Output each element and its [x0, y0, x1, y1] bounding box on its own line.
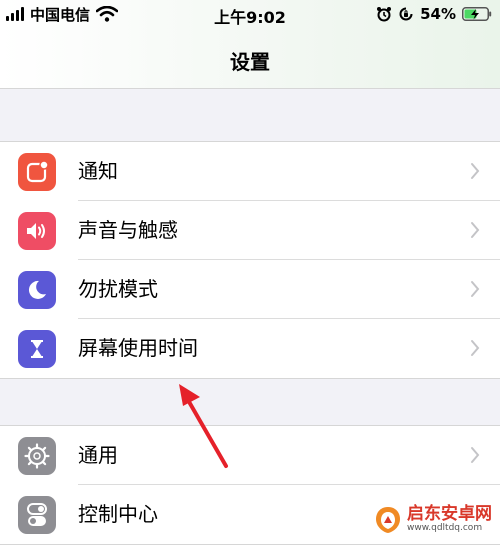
- alarm-icon: [377, 7, 392, 22]
- settings-group-1: 通知 声音与触感 勿扰模式 屏幕使用时间: [0, 141, 500, 379]
- chevron-right-icon: [471, 281, 480, 297]
- status-bar: 中国电信 上午9:02 54%: [0, 0, 500, 30]
- watermark-text: 启东安卓网 www.qdltdq.com: [407, 504, 492, 534]
- settings-row-notifications[interactable]: 通知: [0, 142, 500, 201]
- status-right: 54%: [376, 4, 492, 24]
- chevron-right-icon: [471, 340, 480, 356]
- page-title: 设置: [230, 50, 270, 74]
- settings-row-do-not-disturb[interactable]: 勿扰模式: [0, 260, 500, 319]
- battery-charging-icon: [462, 7, 492, 21]
- settings-row-label: 通用: [78, 443, 118, 467]
- settings-row-label: 屏幕使用时间: [78, 336, 198, 360]
- watermark: 启东安卓网 www.qdltdq.com: [369, 503, 496, 537]
- navigation-bar: 设置: [0, 30, 500, 89]
- annotation-arrow-icon: [179, 384, 228, 468]
- screen-time-icon: [18, 330, 56, 368]
- rotation-lock-icon: [399, 7, 413, 21]
- gear-icon: [18, 437, 56, 475]
- settings-row-label: 勿扰模式: [78, 277, 158, 301]
- notifications-icon: [18, 153, 56, 191]
- chevron-right-icon: [471, 222, 480, 238]
- settings-row-screen-time[interactable]: 屏幕使用时间: [0, 319, 500, 378]
- settings-row-label: 通知: [78, 159, 118, 183]
- sounds-icon: [18, 212, 56, 250]
- settings-row-general[interactable]: 通用: [0, 426, 500, 485]
- settings-row-label: 控制中心: [78, 502, 158, 526]
- toggles-icon: [18, 496, 56, 534]
- chevron-right-icon: [471, 447, 480, 463]
- watermark-logo-icon: [376, 507, 400, 533]
- watermark-url: www.qdltdq.com: [407, 523, 483, 534]
- battery-percentage: 54%: [420, 5, 456, 23]
- settings-row-label: 声音与触感: [78, 218, 178, 242]
- chevron-right-icon: [471, 163, 480, 179]
- settings-row-sounds[interactable]: 声音与触感: [0, 201, 500, 260]
- do-not-disturb-icon: [18, 271, 56, 309]
- watermark-title: 启东安卓网: [407, 504, 492, 525]
